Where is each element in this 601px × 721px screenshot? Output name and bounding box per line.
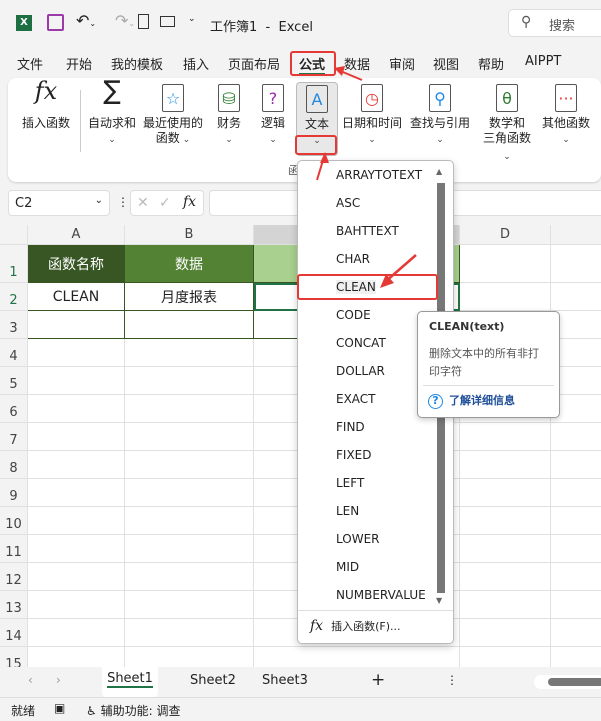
- status-bar: 就绪 ▣ ♿ 辅助功能: 调查: [0, 697, 601, 721]
- more-options-icon[interactable]: ⋮: [446, 673, 458, 687]
- sheet-tab-sheet3[interactable]: Sheet3: [262, 673, 308, 688]
- macro-record-icon[interactable]: ▣: [54, 701, 65, 715]
- add-sheet-icon[interactable]: +: [371, 670, 385, 690]
- status-ready: 就绪: [11, 704, 36, 718]
- sheet1-label: Sheet1: [107, 671, 153, 688]
- arrowhead: [334, 66, 345, 76]
- next-sheet-icon[interactable]: ›: [56, 673, 61, 687]
- prev-sheet-icon[interactable]: ‹: [28, 673, 33, 687]
- arrow-to-clean: [384, 254, 417, 283]
- sheet-tab-sheet2[interactable]: Sheet2: [190, 673, 236, 688]
- arrowhead: [320, 152, 329, 163]
- accessibility-icon: ♿: [86, 704, 97, 718]
- scroll-thumb[interactable]: [548, 678, 601, 686]
- sheet-tabs-bar: ‹ › Sheet1 Sheet2 Sheet3 + ⋮: [0, 667, 601, 697]
- sheet-tab-sheet1[interactable]: Sheet1: [102, 667, 158, 697]
- accessibility-button[interactable]: ♿ 辅助功能: 调查: [86, 702, 180, 719]
- annotation-arrows: [316, 66, 417, 288]
- accessibility-label: 辅助功能: 调查: [100, 704, 181, 718]
- horizontal-scrollbar[interactable]: [534, 675, 601, 689]
